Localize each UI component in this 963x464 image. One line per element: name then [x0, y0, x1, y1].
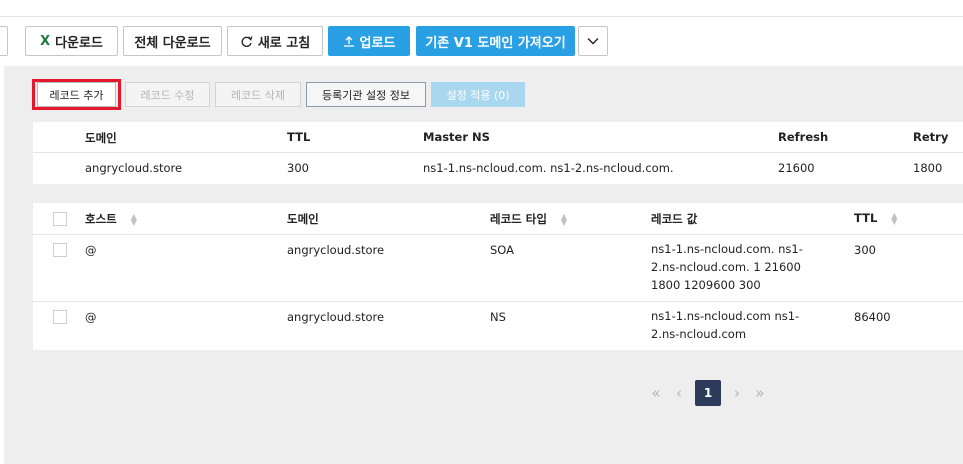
- chevron-right-icon: ›: [734, 384, 740, 402]
- next-page-button[interactable]: ›: [728, 380, 746, 406]
- delete-record-label: 레코드 삭제: [230, 88, 286, 102]
- records-header-host-cell[interactable]: 호스트 ▲ ▼: [85, 211, 137, 227]
- records-header-type: 레코드 타입: [490, 212, 547, 226]
- soa-header-domain: 도메인: [85, 131, 117, 145]
- partial-toolbar-button[interactable]: [0, 26, 8, 56]
- double-chevron-right-icon: »: [755, 384, 765, 402]
- row-ttl: 86400: [854, 310, 891, 324]
- soa-cell-ttl: 300: [287, 161, 309, 175]
- row-checkbox[interactable]: [53, 310, 67, 324]
- first-page-button[interactable]: «: [646, 380, 666, 406]
- apply-settings-button[interactable]: 설정 적용 (0): [431, 82, 525, 107]
- prev-page-button[interactable]: ‹: [670, 380, 688, 406]
- add-record-highlight: [32, 79, 121, 110]
- row-type: NS: [490, 310, 506, 324]
- row-value: ns1-1.ns-ncloud.com ns1-2.ns-ncloud.com: [651, 309, 800, 341]
- row-value: ns1-1.ns-ncloud.com. ns1-2.ns-ncloud.com…: [651, 242, 803, 292]
- soa-cell-domain: angrycloud.store: [85, 161, 183, 175]
- soa-header-retry: Retry: [913, 130, 949, 144]
- refresh-label: 새로 고침: [257, 35, 311, 51]
- top-divider: [0, 16, 963, 17]
- sort-icon: ▲ ▼: [891, 210, 898, 226]
- records-header-host: 호스트: [85, 212, 117, 226]
- soa-table: 도메인 TTL Master NS Refresh Retry angryclo…: [33, 122, 963, 184]
- edit-record-label: 레코드 수정: [140, 88, 195, 102]
- registrar-info-label: 등록기관 설정 정보: [322, 88, 410, 102]
- row-type: SOA: [490, 243, 515, 257]
- download-button[interactable]: X 다운로드: [25, 26, 118, 56]
- soa-cell-refresh: 21600: [778, 161, 815, 175]
- sort-icon: ▲ ▼: [560, 211, 568, 227]
- row-ttl: 300: [854, 243, 876, 257]
- records-header-domain: 도메인: [287, 212, 319, 226]
- soa-cell-master-ns: ns1-1.ns-ncloud.com. ns1-2.ns-ncloud.com…: [423, 161, 674, 175]
- download-all-label: 전체 다운로드: [134, 35, 211, 51]
- records-header-ttl: TTL: [854, 211, 878, 225]
- toolbar: X 다운로드 전체 다운로드 새로 고침 업로드 기존 V1 도메인 가져오기: [0, 26, 963, 56]
- sort-icon: ▲ ▼: [130, 211, 137, 227]
- chevron-left-icon: ‹: [676, 384, 682, 402]
- download-label: 다운로드: [55, 35, 103, 51]
- chevron-down-icon: [587, 34, 599, 49]
- upload-label: 업로드: [359, 35, 396, 51]
- refresh-icon: [240, 35, 253, 48]
- page-1-button[interactable]: 1: [695, 380, 721, 406]
- soa-header-refresh: Refresh: [778, 130, 829, 144]
- partial-icon: [0, 35, 2, 47]
- soa-cell-retry: 1800: [913, 161, 943, 175]
- download-all-button[interactable]: 전체 다운로드: [123, 26, 222, 56]
- import-v1-domain-button[interactable]: 기존 V1 도메인 가져오기: [416, 26, 575, 56]
- excel-icon: X: [40, 33, 51, 49]
- row-divider: [33, 301, 963, 302]
- row-domain: angrycloud.store: [287, 243, 385, 257]
- page-number: 1: [703, 386, 713, 400]
- soa-header-divider: [33, 152, 963, 153]
- row-domain: angrycloud.store: [287, 310, 385, 324]
- double-chevron-left-icon: «: [651, 384, 661, 402]
- more-dropdown-button[interactable]: [578, 26, 608, 56]
- delete-record-button[interactable]: 레코드 삭제: [215, 82, 301, 107]
- last-page-button[interactable]: »: [750, 380, 770, 406]
- upload-icon: [343, 35, 355, 47]
- row-host: @: [85, 310, 97, 324]
- records-header-type-cell[interactable]: 레코드 타입 ▲ ▼: [490, 211, 567, 227]
- row-checkbox[interactable]: [53, 243, 67, 257]
- select-all-checkbox[interactable]: [53, 212, 67, 226]
- apply-settings-label: 설정 적용 (0): [446, 88, 510, 102]
- soa-header-ttl: TTL: [287, 130, 311, 144]
- records-header-divider: [33, 234, 963, 235]
- records-header-value: 레코드 값: [651, 212, 698, 226]
- edit-record-button[interactable]: 레코드 수정: [125, 82, 210, 107]
- records-table: 호스트 ▲ ▼ 도메인 레코드 타입 ▲ ▼ 레코드 값 TTL ▲ ▼ @ angr…: [33, 203, 963, 350]
- upload-button[interactable]: 업로드: [328, 26, 410, 56]
- registrar-info-button[interactable]: 등록기관 설정 정보: [306, 82, 426, 107]
- refresh-button[interactable]: 새로 고침: [227, 26, 323, 56]
- soa-header-master-ns: Master NS: [423, 130, 490, 144]
- records-header-ttl-cell[interactable]: TTL ▲ ▼: [854, 211, 897, 225]
- import-v1-label: 기존 V1 도메인 가져오기: [425, 35, 566, 51]
- row-host: @: [85, 243, 97, 257]
